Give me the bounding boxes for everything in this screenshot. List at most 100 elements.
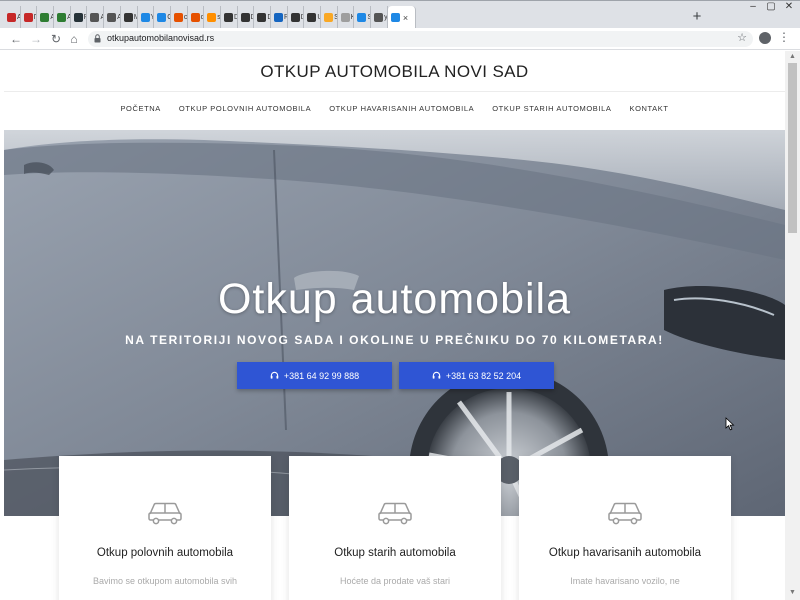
address-bar[interactable]: otkupautomobilanovisad.rs ☆ xyxy=(88,31,753,47)
hero-subtitle: NA TERITORIJI NOVOG SADA I OKOLINE U PRE… xyxy=(125,333,664,347)
tab-favicon-icon xyxy=(257,13,267,22)
forward-icon[interactable]: → xyxy=(28,31,44,47)
tab-favicon-icon xyxy=(240,13,250,22)
mouse-cursor-icon xyxy=(725,417,735,431)
scrollbar-thumb[interactable] xyxy=(788,63,797,233)
close-tab-icon[interactable]: × xyxy=(403,13,408,23)
page-scrollbar[interactable]: ▲ ▼ xyxy=(785,51,800,600)
nav-item-havarisani[interactable]: OTKUP HAVARISANIH AUTOMOBILA xyxy=(329,104,474,113)
tab-favicon-icon xyxy=(90,13,100,22)
tab-favicon-icon xyxy=(290,13,300,22)
tab-favicon-icon xyxy=(274,13,283,22)
tab-favicon-icon xyxy=(73,13,83,22)
tab-favicon-icon xyxy=(7,13,16,22)
car-icon xyxy=(148,502,182,525)
browser-tab[interactable]: Y xyxy=(138,6,155,29)
browser-tab[interactable]: cl xyxy=(171,6,188,29)
browser-tab[interactable]: K xyxy=(338,6,355,29)
tab-favicon-icon xyxy=(307,13,317,22)
browser-tab[interactable]: D xyxy=(221,6,238,29)
tab-favicon-icon xyxy=(173,13,183,22)
tab-favicon-icon xyxy=(223,13,233,22)
card-title: Otkup polovnih automobila xyxy=(96,547,234,559)
browser-tab[interactable]: A xyxy=(54,6,71,29)
tab-favicon-icon xyxy=(207,13,217,22)
tab-list: AПAARAAMYCclclsuDDDRDUSKSy× xyxy=(4,6,416,29)
service-card-polovni[interactable]: Otkup polovnih automobila Bavimo se otku… xyxy=(59,456,271,600)
profile-avatar-icon[interactable] xyxy=(759,32,771,44)
browser-tab[interactable]: D xyxy=(254,6,271,29)
tab-favicon-icon xyxy=(40,13,50,22)
nav-item-pocetna[interactable]: POČETNA xyxy=(120,104,160,113)
lock-icon xyxy=(94,34,101,43)
site-title[interactable]: OTKUP AUTOMOBILA NOVI SAD xyxy=(4,62,785,82)
scroll-up-arrow-icon[interactable]: ▲ xyxy=(789,53,796,60)
browser-tab[interactable]: U xyxy=(304,6,322,29)
tab-favicon-icon xyxy=(357,13,367,22)
maximize-button[interactable]: ▢ xyxy=(762,1,780,15)
browser-tab[interactable]: A xyxy=(104,6,121,29)
scroll-down-arrow-icon[interactable]: ▼ xyxy=(789,589,796,596)
call-button-1[interactable]: +381 64 92 99 888 xyxy=(237,362,392,389)
browser-menu-icon[interactable]: ⋮ xyxy=(778,30,790,44)
tab-favicon-icon xyxy=(123,13,133,22)
nav-item-kontakt[interactable]: KONTAKT xyxy=(629,104,668,113)
phone-number-1: +381 64 92 99 888 xyxy=(283,370,360,381)
page-viewport: OTKUP AUTOMOBILA NOVI SAD POČETNA OTKUP … xyxy=(4,51,785,600)
reload-icon[interactable]: ↻ xyxy=(48,31,64,47)
browser-tab[interactable]: A xyxy=(87,6,105,29)
browser-tab[interactable]: su xyxy=(204,6,221,29)
back-icon[interactable]: ← xyxy=(8,31,24,47)
browser-tab[interactable]: П xyxy=(21,6,38,29)
new-tab-button[interactable]: + xyxy=(688,8,706,26)
tab-favicon-icon xyxy=(157,13,167,22)
home-icon[interactable]: ⌂ xyxy=(66,31,82,47)
tab-favicon-icon xyxy=(374,13,384,22)
tab-favicon-icon xyxy=(23,13,33,22)
tab-favicon-icon xyxy=(57,13,67,22)
browser-toolbar: ← → ↻ ⌂ otkupautomobilanovisad.rs ☆ xyxy=(0,28,800,50)
car-icon xyxy=(608,502,642,525)
service-card-havarisani[interactable]: Otkup havarisanih automobila Imate havar… xyxy=(519,456,731,600)
call-button-2[interactable]: +381 63 82 52 204 xyxy=(399,362,554,389)
card-title: Otkup starih automobila xyxy=(334,547,456,559)
minimize-button[interactable]: – xyxy=(744,1,762,15)
card-description: Imate havarisano vozilo, ne xyxy=(570,576,680,586)
browser-tab[interactable]: R xyxy=(271,6,288,29)
header-divider xyxy=(4,91,785,92)
nav-item-stari[interactable]: OTKUP STARIH AUTOMOBILA xyxy=(492,104,611,113)
tab-favicon-icon xyxy=(340,13,350,22)
card-description: Bavimo se otkupom automobila svih xyxy=(92,576,238,586)
tab-favicon-icon xyxy=(190,13,200,22)
browser-tab[interactable]: D xyxy=(238,6,255,29)
url-text: otkupautomobilanovisad.rs xyxy=(107,33,215,43)
browser-tab[interactable]: D xyxy=(288,6,305,29)
browser-tab[interactable]: R xyxy=(71,6,88,29)
headset-icon xyxy=(432,371,441,379)
browser-tab-active[interactable]: × xyxy=(387,6,416,29)
tab-favicon-icon xyxy=(140,13,150,22)
service-card-stari[interactable]: Otkup starih automobila Hoćete da prodat… xyxy=(289,456,501,600)
browser-tab[interactable]: C xyxy=(154,6,171,29)
nav-item-polovni[interactable]: OTKUP POLOVNIH AUTOMOBILA xyxy=(179,104,311,113)
hero-title: Otkup automobila xyxy=(217,275,572,323)
bookmark-star-icon[interactable]: ☆ xyxy=(737,31,747,44)
browser-tab[interactable]: cl xyxy=(188,6,205,29)
tab-favicon-icon xyxy=(324,13,334,22)
browser-tab[interactable]: M xyxy=(121,6,138,29)
phone-number-2: +381 63 82 52 204 xyxy=(445,370,522,381)
car-icon xyxy=(378,502,412,525)
browser-tab[interactable]: S xyxy=(321,6,338,29)
main-navigation: POČETNA OTKUP POLOVNIH AUTOMOBILA OTKUP … xyxy=(4,104,785,113)
browser-tab-strip: AПAARAAMYCclclsuDDDRDUSKSy× + – ▢ ✕ xyxy=(0,0,800,29)
card-description: Hoćete da prodate vaš stari xyxy=(339,576,451,586)
close-window-button[interactable]: ✕ xyxy=(780,1,798,15)
browser-tab[interactable]: S xyxy=(354,6,372,29)
card-title: Otkup havarisanih automobila xyxy=(548,547,702,559)
tab-favicon-icon xyxy=(390,13,400,22)
browser-tab[interactable]: A xyxy=(4,6,21,29)
browser-tab[interactable]: A xyxy=(37,6,55,29)
tab-favicon-icon xyxy=(107,13,117,22)
headset-icon xyxy=(270,371,279,379)
browser-tab[interactable]: y xyxy=(371,6,388,29)
